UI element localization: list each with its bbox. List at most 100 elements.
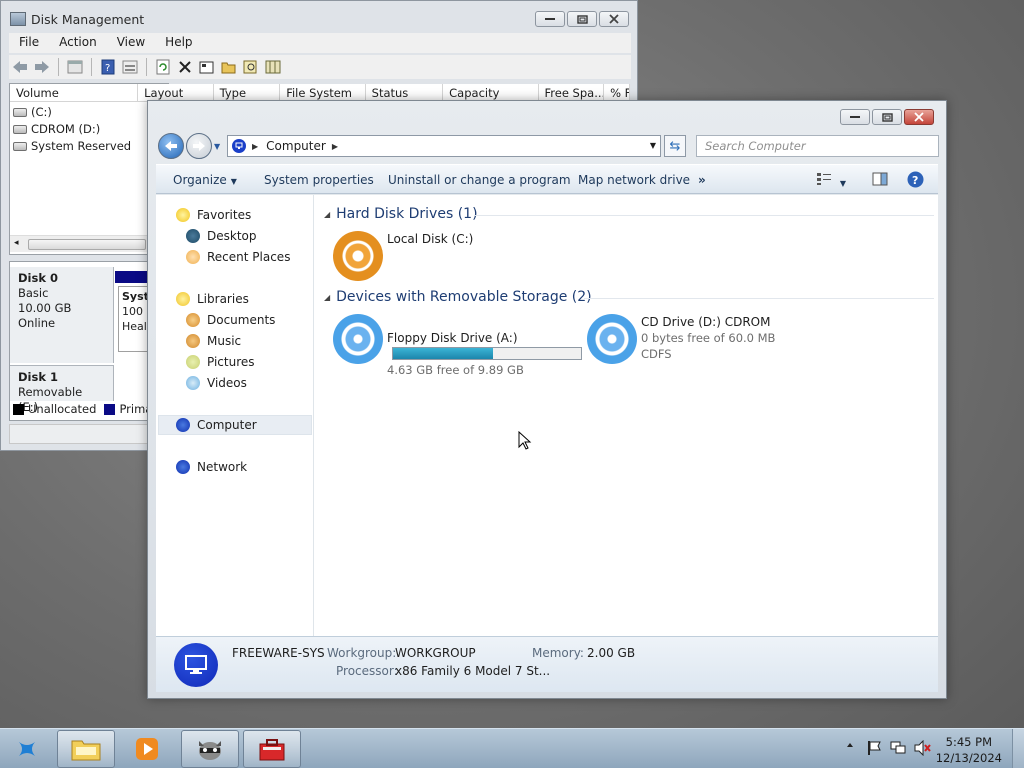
menu-action[interactable]: Action: [49, 33, 107, 53]
cd-drive-name[interactable]: CD Drive (D:) CDROM: [641, 315, 770, 329]
show-desktop-button[interactable]: [1012, 729, 1024, 768]
restore-button[interactable]: [567, 11, 597, 27]
nav-libraries[interactable]: Libraries: [176, 292, 249, 306]
volume-row[interactable]: (C:): [13, 105, 52, 119]
help-icon: ?: [907, 171, 924, 188]
properties-pane-icon[interactable]: [121, 58, 139, 76]
title-bar[interactable]: Disk Management: [1, 1, 637, 33]
settings-grid-icon[interactable]: [264, 58, 282, 76]
taskbar-toolbox-app[interactable]: [243, 730, 301, 768]
window-controls: [840, 109, 936, 127]
search-magnifier-icon[interactable]: [242, 58, 260, 76]
chevron-down-icon: ▼: [230, 177, 237, 186]
preview-pane-button[interactable]: [872, 172, 888, 189]
navigation-pane: Favorites Desktop Recent Places Librarie…: [156, 195, 314, 636]
volume-row[interactable]: System Reserved: [13, 139, 131, 153]
show-hidden-icons-icon[interactable]: [846, 741, 854, 749]
open-folder-icon[interactable]: [220, 58, 238, 76]
raccoon-icon: [199, 741, 221, 760]
minimize-button[interactable]: [840, 109, 870, 125]
refresh-button[interactable]: ⇆: [664, 135, 686, 157]
address-dropdown-icon[interactable]: ▼: [650, 141, 656, 150]
menu-help[interactable]: Help: [155, 33, 202, 53]
close-button[interactable]: [904, 109, 934, 125]
minimize-button[interactable]: [535, 11, 565, 27]
volume-muted-icon[interactable]: [914, 740, 932, 756]
star-icon: [176, 208, 190, 222]
memory-label: Memory:: [532, 646, 584, 660]
address-bar[interactable]: ▶ Computer ▶ ▼: [227, 135, 661, 157]
network-icon[interactable]: [890, 740, 906, 756]
nav-music[interactable]: Music: [186, 334, 241, 348]
system-clock[interactable]: 5:45 PM 12/13/2024: [936, 734, 1002, 766]
refresh-icon[interactable]: [154, 58, 172, 76]
breadcrumb[interactable]: Computer: [266, 139, 326, 153]
restore-button[interactable]: [872, 109, 902, 125]
local-disk-name[interactable]: Local Disk (C:): [387, 232, 473, 246]
scroll-left-icon[interactable]: ◂: [14, 238, 19, 248]
collapse-triangle-icon[interactable]: ◢: [324, 210, 330, 219]
menu-file[interactable]: File: [9, 33, 49, 53]
nav-pictures[interactable]: Pictures: [186, 355, 255, 369]
properties-icon[interactable]: [198, 58, 216, 76]
hard-disk-icon[interactable]: [333, 231, 383, 281]
horizontal-scrollbar[interactable]: ◂: [10, 235, 148, 252]
breadcrumb-arrow-icon[interactable]: ▶: [332, 142, 338, 151]
taskbar-media-player[interactable]: [119, 730, 175, 768]
view-options-button[interactable]: ▼: [816, 172, 846, 189]
help-book-icon[interactable]: ?: [99, 58, 117, 76]
back-arrow-icon[interactable]: [11, 58, 29, 76]
column-capacity[interactable]: Capacity: [443, 84, 539, 101]
more-commands-button[interactable]: »: [698, 173, 706, 187]
nav-favorites[interactable]: Favorites: [176, 208, 251, 222]
computer-explorer-window[interactable]: ▼ ▶ Computer ▶ ▼ ⇆ Organize▼ System prop…: [147, 100, 947, 699]
nav-label: Favorites: [197, 208, 252, 222]
floppy-drive-name[interactable]: Floppy Disk Drive (A:): [387, 331, 518, 345]
nav-label: Desktop: [207, 229, 257, 243]
nav-recent-places[interactable]: Recent Places: [186, 250, 290, 264]
nav-desktop[interactable]: Desktop: [186, 229, 257, 243]
recent-pages-dropdown-icon[interactable]: ▼: [214, 142, 220, 151]
volume-row[interactable]: CDROM (D:): [13, 122, 100, 136]
column-type[interactable]: Type: [214, 84, 281, 101]
back-button[interactable]: [158, 133, 184, 159]
group-header-hard-disk-drives[interactable]: ◢ Hard Disk Drives (1): [324, 206, 478, 222]
organize-button[interactable]: Organize ▼: [173, 173, 237, 187]
cd-drive-icon[interactable]: [587, 314, 637, 364]
column-percent-free[interactable]: % F: [604, 84, 630, 101]
search-box[interactable]: [696, 135, 939, 157]
forward-arrow-icon[interactable]: [33, 58, 51, 76]
collapse-triangle-icon[interactable]: ◢: [324, 293, 330, 302]
search-input[interactable]: [697, 136, 938, 156]
start-button[interactable]: [10, 733, 44, 765]
map-network-drive-button[interactable]: Map network drive: [578, 173, 690, 187]
taskbar-file-explorer[interactable]: [57, 730, 115, 768]
action-center-flag-icon[interactable]: [866, 740, 882, 756]
organize-label: Organize: [173, 173, 227, 187]
disk-1-label[interactable]: Disk 1 Removable (E:): [10, 365, 114, 414]
close-button[interactable]: [599, 11, 629, 27]
column-file-system[interactable]: File System: [280, 84, 366, 101]
column-volume[interactable]: Volume: [10, 84, 139, 101]
help-button[interactable]: ?: [907, 171, 924, 191]
group-header-removable-storage[interactable]: ◢ Devices with Removable Storage (2): [324, 289, 592, 305]
nav-videos[interactable]: Videos: [186, 376, 247, 390]
computer-name: FREEWARE-SYS: [232, 646, 325, 660]
menu-view[interactable]: View: [107, 33, 155, 53]
delete-icon[interactable]: [176, 58, 194, 76]
taskbar-raccoon-app[interactable]: [181, 730, 239, 768]
nav-computer[interactable]: Computer: [176, 418, 257, 432]
system-properties-button[interactable]: System properties: [264, 173, 374, 187]
column-status[interactable]: Status: [366, 84, 444, 101]
uninstall-program-button[interactable]: Uninstall or change a program: [388, 173, 571, 187]
nav-documents[interactable]: Documents: [186, 313, 275, 327]
column-free-space[interactable]: Free Spa...: [539, 84, 605, 101]
floppy-disk-icon[interactable]: [333, 314, 383, 364]
column-layout[interactable]: Layout: [138, 84, 214, 101]
console-tree-icon[interactable]: [66, 58, 84, 76]
breadcrumb-arrow-icon[interactable]: ▶: [252, 142, 258, 151]
nav-network[interactable]: Network: [176, 460, 247, 474]
forward-button[interactable]: [186, 133, 212, 159]
scrollbar-thumb[interactable]: [28, 239, 146, 250]
disk-0-label[interactable]: Disk 0 Basic 10.00 GB Online: [10, 267, 114, 363]
